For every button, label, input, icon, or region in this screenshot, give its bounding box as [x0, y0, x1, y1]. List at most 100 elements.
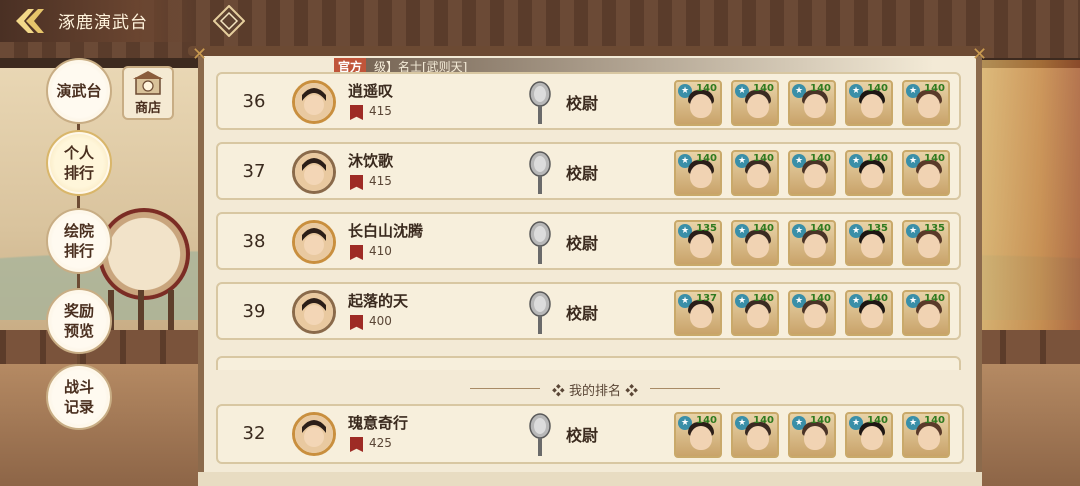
hero-level: 140	[810, 415, 831, 426]
nav-personal-ranking-button[interactable]: 个人 排行	[46, 130, 112, 196]
hero-level: 140	[753, 293, 774, 304]
player-name: 瑰意奇行	[348, 414, 409, 432]
hero-level: 140	[753, 415, 774, 426]
rank-mirror-icon	[528, 150, 552, 196]
hero-card[interactable]: ★ 140	[902, 80, 950, 126]
hero-face	[918, 94, 940, 118]
table-row[interactable]: 37 沐饮歌 415 校尉 ★ 140 ★ 140 ★ 140 ★ 140 ★ 140	[216, 142, 961, 200]
nav-arena-button[interactable]: 演武台	[46, 58, 112, 124]
rank-title: 校尉	[566, 304, 599, 323]
team-cards: ★ 140 ★ 140 ★ 140 ★ 140 ★ 140	[674, 80, 954, 126]
score-value: 400	[369, 314, 392, 328]
hero-card[interactable]: ★ 140	[731, 150, 779, 196]
hero-face	[747, 426, 769, 450]
hero-card[interactable]: ★ 140	[845, 412, 893, 458]
rank-title: 校尉	[566, 94, 599, 113]
hero-face	[861, 94, 883, 118]
rank-number: 39	[242, 301, 266, 322]
score-flag-icon	[350, 105, 363, 120]
avatar[interactable]	[292, 220, 336, 264]
hero-face	[804, 234, 826, 258]
shop-label: 商店	[134, 101, 161, 116]
hero-card[interactable]: ★ 140	[731, 80, 779, 126]
my-rank-divider: ❖ 我的排名 ❖	[470, 380, 720, 399]
hero-face	[918, 164, 940, 188]
rules-diamond-icon[interactable]	[213, 5, 245, 37]
hero-card[interactable]: ★ 135	[674, 220, 722, 266]
rank-number: 32	[242, 423, 266, 444]
hero-card[interactable]: ★ 140	[788, 150, 836, 196]
hero-face	[861, 426, 883, 450]
hero-card[interactable]: ★ 140	[902, 412, 950, 458]
back-arrow-icon[interactable]	[12, 6, 46, 36]
avatar[interactable]	[292, 80, 336, 124]
hero-card[interactable]: ★ 140	[788, 220, 836, 266]
hero-card[interactable]: ★ 140	[674, 412, 722, 458]
rank-number: 36	[242, 91, 266, 112]
drum-decoration	[98, 208, 190, 300]
hero-card[interactable]: ★ 140	[788, 290, 836, 336]
hero-level: 140	[696, 153, 717, 164]
hero-level: 137	[696, 293, 717, 304]
hero-card[interactable]: ★ 140	[902, 150, 950, 196]
hero-card[interactable]: ★ 140	[674, 150, 722, 196]
hero-card[interactable]: ★ 140	[788, 80, 836, 126]
avatar[interactable]	[292, 412, 336, 456]
rank-mirror-icon	[528, 80, 552, 126]
hero-card[interactable]: ★ 140	[845, 80, 893, 126]
hero-card[interactable]: ★ 140	[902, 290, 950, 336]
avatar[interactable]	[292, 150, 336, 194]
hero-level: 140	[810, 153, 831, 164]
rank-title: 校尉	[566, 164, 599, 183]
rank-mirror-icon	[528, 220, 552, 266]
divider-line-right	[650, 388, 720, 389]
top-bar: 涿鹿演武台	[0, 0, 196, 42]
team-cards: ★ 135 ★ 140 ★ 140 ★ 135 ★ 135	[674, 220, 954, 266]
hero-level: 140	[924, 415, 945, 426]
hero-card[interactable]: ★ 137	[674, 290, 722, 336]
table-row[interactable]: 36 逍遥叹 415 校尉 ★ 140 ★ 140 ★ 140 ★ 140 ★ 140	[216, 72, 961, 130]
hero-card[interactable]: ★ 140	[788, 412, 836, 458]
hero-card[interactable]: ★ 140	[731, 220, 779, 266]
hero-card[interactable]: ★ 140	[845, 290, 893, 336]
hero-card[interactable]: ★ 140	[731, 290, 779, 336]
hero-card[interactable]: ★ 135	[845, 220, 893, 266]
nav-academy-ranking-button[interactable]: 绘院 排行	[46, 208, 112, 274]
hero-level: 140	[753, 223, 774, 234]
hero-level: 140	[753, 83, 774, 94]
my-rank-row[interactable]: 32 瑰意奇行 425 校尉 ★ 140 ★ 140 ★ 140 ★ 140 ★ 140	[216, 404, 964, 464]
table-row[interactable]: 39 起落的天 400 校尉 ★ 137 ★ 140 ★ 140 ★ 140 ★ 140	[216, 282, 961, 340]
table-row-partial[interactable]	[216, 356, 961, 370]
score-flag-icon	[350, 245, 363, 260]
hero-card[interactable]: ★ 140	[674, 80, 722, 126]
hero-card[interactable]: ★ 135	[902, 220, 950, 266]
shop-icon	[133, 71, 163, 95]
nav-reward-preview-button[interactable]: 奖励 预览	[46, 288, 112, 354]
hero-face	[690, 164, 712, 188]
hero-card[interactable]: ★ 140	[731, 412, 779, 458]
hero-face	[747, 164, 769, 188]
hero-level: 140	[867, 153, 888, 164]
hero-face	[918, 234, 940, 258]
hero-level: 140	[696, 415, 717, 426]
hero-level: 135	[924, 223, 945, 234]
ranking-list[interactable]: 36 逍遥叹 415 校尉 ★ 140 ★ 140 ★ 140 ★ 140 ★ 140 37 沐饮歌 415 校尉…	[208, 70, 968, 370]
team-cards: ★ 140 ★ 140 ★ 140 ★ 140 ★ 140	[674, 412, 954, 458]
hero-level: 140	[867, 415, 888, 426]
hero-face	[861, 164, 883, 188]
table-row[interactable]: 38 长白山沈腾 410 校尉 ★ 135 ★ 140 ★ 140 ★ 135 ★ 135	[216, 212, 961, 270]
knot-left-icon: ✕	[192, 44, 208, 65]
score-value: 415	[369, 104, 392, 118]
nav-battle-record-button[interactable]: 战斗 记录	[46, 364, 112, 430]
hero-face	[804, 304, 826, 328]
avatar[interactable]	[292, 290, 336, 334]
diamond-icon: ❖	[551, 384, 569, 399]
rank-number: 38	[242, 231, 266, 252]
hero-level: 140	[810, 293, 831, 304]
rank-title: 校尉	[566, 426, 599, 445]
diamond-icon: ❖	[621, 384, 639, 399]
shop-button[interactable]: 商店	[122, 66, 174, 120]
player-name: 沐饮歌	[348, 152, 394, 170]
hero-card[interactable]: ★ 140	[845, 150, 893, 196]
hero-level: 140	[753, 153, 774, 164]
